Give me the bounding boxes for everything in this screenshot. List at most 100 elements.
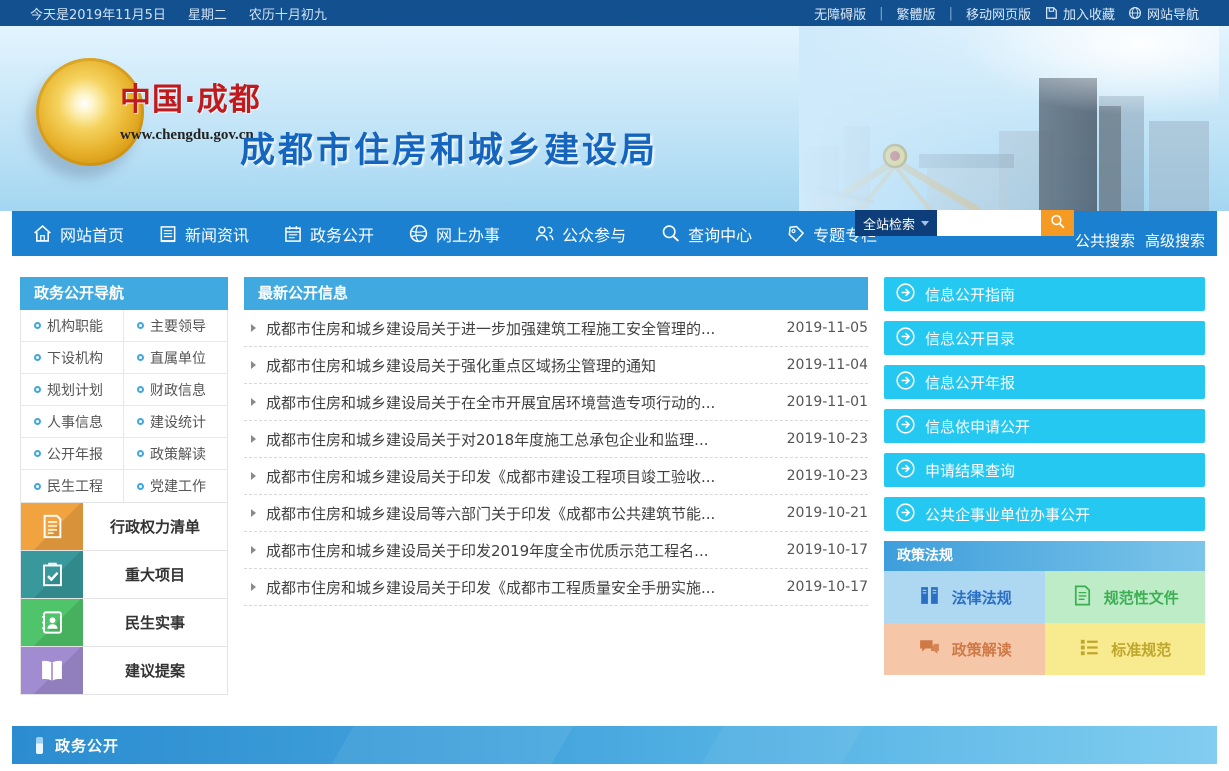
- public-enterprise-affairs-button[interactable]: 公共企事业单位办事公开: [884, 497, 1205, 531]
- chevron-down-icon: [921, 221, 929, 226]
- books-icon: [917, 583, 942, 612]
- header-banner: 中国·成都 www.chengdu.gov.cn 成都市住房和城乡建设局: [0, 26, 1229, 211]
- triangle-bullet-icon: [251, 435, 256, 443]
- bullet-icon: [137, 354, 144, 361]
- bullet-icon: [34, 354, 41, 361]
- triangle-bullet-icon: [251, 472, 256, 480]
- news-item[interactable]: 成都市住房和城乡建设局关于进一步加强建筑工程施工安全管理的...2019-11-…: [244, 310, 868, 347]
- traditional-chinese-link[interactable]: 繁體版: [897, 4, 936, 23]
- sidebar-item-affiliated-units[interactable]: 直属单位: [124, 342, 227, 374]
- info-disclosure-annual-report-button[interactable]: 信息公开年报: [884, 365, 1205, 399]
- policy-interpretation-tile[interactable]: 政策解读: [884, 623, 1045, 675]
- news-item[interactable]: 成都市住房和城乡建设局关于对2018年度施工总承包企业和监理...2019-10…: [244, 421, 868, 458]
- sidebar-item-construction-stats[interactable]: 建设统计: [124, 406, 227, 438]
- info-disclosure-catalog-button[interactable]: 信息公开目录: [884, 321, 1205, 355]
- news-item[interactable]: 成都市住房和城乡建设局关于在全市开展宜居环境营造专项行动的...2019-11-…: [244, 384, 868, 421]
- file-icon: [1071, 584, 1094, 611]
- sidebar-item-planning[interactable]: 规划计划: [21, 374, 124, 406]
- public-search-link[interactable]: 公共搜索: [1075, 230, 1135, 251]
- news-item[interactable]: 成都市住房和城乡建设局关于强化重点区域扬尘管理的通知2019-11-04: [244, 347, 868, 384]
- main-navigation: 网站首页 新闻资讯 政务公开 网上办事 公众参与 查询中心 专题专栏 全站检索: [12, 211, 1217, 256]
- info-disclosure-on-request-button[interactable]: 信息依申请公开: [884, 409, 1205, 443]
- feature-admin-power-list[interactable]: 行政权力清单: [20, 503, 228, 551]
- news-item[interactable]: 成都市住房和城乡建设局等六部门关于印发《成都市公共建筑节能...2019-10-…: [244, 495, 868, 532]
- nav-item-home[interactable]: 网站首页: [32, 222, 124, 246]
- site-search: 全站检索 公共搜索 高级搜索: [855, 210, 1205, 256]
- feature-suggestions-proposals[interactable]: 建议提案: [20, 647, 228, 695]
- triangle-bullet-icon: [251, 509, 256, 517]
- mobile-version-link[interactable]: 移动网页版: [966, 4, 1031, 23]
- section-title: 政务公开: [55, 735, 119, 756]
- topbar-links: 无障碍版 | 繁體版 | 移动网页版 加入收藏 网站导航: [814, 4, 1199, 23]
- bullet-icon: [34, 450, 41, 457]
- list-icon: [1078, 636, 1101, 663]
- chat-bubbles-icon: [917, 635, 942, 664]
- accessible-version-link[interactable]: 无障碍版: [814, 4, 866, 23]
- divider: |: [879, 6, 883, 21]
- people-icon: [534, 223, 555, 244]
- nav-item-news[interactable]: 新闻资讯: [158, 222, 249, 246]
- nav-item-query-center[interactable]: 查询中心: [660, 222, 752, 246]
- site-nav-link[interactable]: 网站导航: [1128, 4, 1199, 23]
- nav-item-gov-info[interactable]: 政务公开: [283, 222, 374, 246]
- normative-documents-tile[interactable]: 规范性文件: [1045, 571, 1206, 623]
- feature-livelihood-facts[interactable]: 民生实事: [20, 599, 228, 647]
- sidebar-item-party-building[interactable]: 党建工作: [124, 470, 227, 502]
- news-item[interactable]: 成都市住房和城乡建设局关于印发《成都市工程质量安全手册实施...2019-10-…: [244, 569, 868, 606]
- document-list-icon: [21, 503, 83, 550]
- circle-arrow-icon: [895, 282, 916, 307]
- laws-regulations-tile[interactable]: 法律法规: [884, 571, 1045, 623]
- application-result-query-button[interactable]: 申请结果查询: [884, 453, 1205, 487]
- sidebar-item-livelihood-projects[interactable]: 民生工程: [21, 470, 124, 502]
- advanced-search-link[interactable]: 高级搜索: [1145, 230, 1205, 251]
- search-input[interactable]: [937, 210, 1041, 236]
- nav-item-online-services[interactable]: 网上办事: [408, 222, 500, 246]
- standards-specs-tile[interactable]: 标准规范: [1045, 623, 1206, 675]
- gov-info-sidebar: 政务公开导航 机构职能 主要领导 下设机构 直属单位 规划计划 财政信息 人事信…: [20, 277, 228, 695]
- gov-affairs-section-band: 政务公开: [12, 726, 1217, 764]
- triangle-bullet-icon: [251, 546, 256, 554]
- circle-arrow-icon: [895, 326, 916, 351]
- sidebar-item-org-functions[interactable]: 机构职能: [21, 310, 124, 342]
- globe-icon: [1128, 6, 1142, 20]
- bullet-icon: [137, 386, 144, 393]
- sidebar-item-key-leaders[interactable]: 主要领导: [124, 310, 227, 342]
- info-disclosure-guide-button[interactable]: 信息公开指南: [884, 277, 1205, 311]
- bullet-icon: [34, 322, 41, 329]
- policy-regulations-panel: 政策法规 法律法规 规范性文件 政策解读 标准规范: [884, 541, 1205, 675]
- search-scope-select[interactable]: 全站检索: [855, 210, 937, 236]
- search-button[interactable]: [1041, 210, 1074, 236]
- circle-arrow-icon: [895, 370, 916, 395]
- bullet-icon: [137, 322, 144, 329]
- news-icon: [158, 224, 178, 244]
- bookmark-icon: [1044, 6, 1058, 20]
- lunar-date: 农历十月初九: [249, 8, 327, 23]
- news-item[interactable]: 成都市住房和城乡建设局关于印发2019年度全市优质示范工程名...2019-10…: [244, 532, 868, 569]
- bullet-icon: [137, 483, 144, 490]
- calendar-icon: [283, 224, 303, 244]
- sidebar-item-personnel[interactable]: 人事信息: [21, 406, 124, 438]
- circle-arrow-icon: [895, 458, 916, 483]
- section-marker-icon: [36, 737, 43, 754]
- feature-major-projects[interactable]: 重大项目: [20, 551, 228, 599]
- bullet-icon: [34, 418, 41, 425]
- sidebar-item-fiscal-info[interactable]: 财政信息: [124, 374, 227, 406]
- info-disclosure-panel: 信息公开指南 信息公开目录 信息公开年报 信息依申请公开 申请结果查询 公共企事…: [884, 277, 1205, 695]
- nav-item-public-participation[interactable]: 公众参与: [534, 222, 626, 246]
- circle-arrow-icon: [895, 414, 916, 439]
- news-list: 成都市住房和城乡建设局关于进一步加强建筑工程施工安全管理的...2019-11-…: [244, 310, 868, 606]
- sidebar-item-sub-orgs[interactable]: 下设机构: [21, 342, 124, 374]
- news-item[interactable]: 成都市住房和城乡建设局关于印发《成都市建设工程项目竣工验收...2019-10-…: [244, 458, 868, 495]
- sidebar-item-annual-report[interactable]: 公开年报: [21, 438, 124, 470]
- add-favorite-link[interactable]: 加入收藏: [1044, 4, 1115, 23]
- policy-panel-title: 政策法规: [884, 541, 1205, 571]
- site-logo[interactable]: 中国·成都 www.chengdu.gov.cn: [36, 58, 261, 166]
- tag-icon: [786, 224, 806, 244]
- search-icon: [660, 223, 681, 244]
- sidebar-item-policy-interpretation[interactable]: 政策解读: [124, 438, 227, 470]
- decorative-shape: [689, 726, 875, 764]
- open-book-icon: [21, 647, 83, 694]
- triangle-bullet-icon: [251, 324, 256, 332]
- triangle-bullet-icon: [251, 361, 256, 369]
- globe-icon: [408, 223, 429, 244]
